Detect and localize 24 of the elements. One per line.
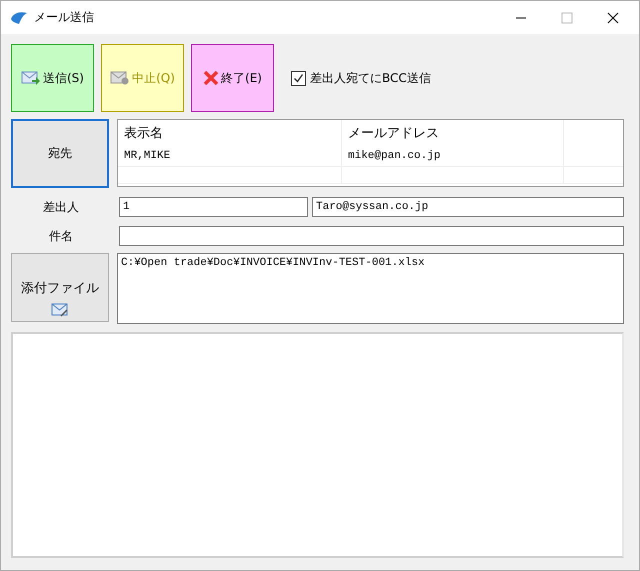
cross-icon <box>203 71 220 85</box>
attach-button[interactable]: 添付ファイル <box>11 253 109 322</box>
attachment-path[interactable]: C:¥Open trade¥Doc¥INVOICE¥INVInv-TEST-001.xlsx <box>121 257 620 269</box>
window-title: メール送信 <box>34 9 94 26</box>
checkmark-icon <box>293 72 304 84</box>
envelope-pen-icon <box>51 303 69 317</box>
app-icon <box>10 10 28 24</box>
sender-id-field[interactable]: 1 <box>119 197 308 217</box>
bcc-checkbox[interactable]: 差出人宛てにBCC送信 <box>291 70 431 86</box>
envelope-icon <box>110 71 130 85</box>
subject-field[interactable] <box>119 226 624 246</box>
toolbar-button[interactable]: 送信(S) <box>11 44 94 112</box>
column-header: メールアドレス <box>342 120 564 146</box>
close-icon[interactable] <box>607 12 619 24</box>
message-body-field[interactable] <box>11 332 624 558</box>
toolbar-button[interactable]: 終了(E) <box>191 44 274 112</box>
recipients-button[interactable]: 宛先 <box>11 119 109 188</box>
subject-label: 件名 <box>48 228 74 244</box>
envelope-arrow-icon <box>21 71 41 85</box>
sender-label: 差出人 <box>42 198 80 216</box>
sender-address-field[interactable]: Taro@syssan.co.jp <box>312 197 624 217</box>
column-header: 表示名 <box>118 120 342 146</box>
table-cell: mike@pan.co.jp <box>342 146 564 166</box>
table-cell: MR,MIKE <box>118 146 342 166</box>
